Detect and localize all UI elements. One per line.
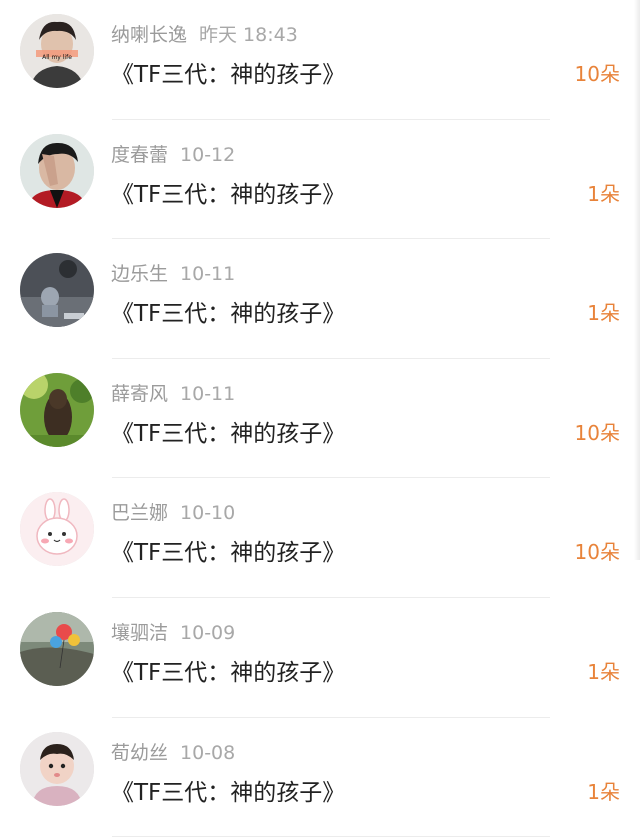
- book-title[interactable]: 《TF三代：神的孩子》: [111, 533, 345, 567]
- user-avatar[interactable]: All my life: [20, 14, 94, 88]
- flower-count: 1朵: [587, 181, 620, 206]
- list-item[interactable]: 荀幼丝 10-08 《TF三代：神的孩子》 1朵: [0, 718, 640, 837]
- sender-meta: 度春蕾 10-12: [111, 140, 235, 167]
- sender-name[interactable]: 度春蕾: [111, 144, 168, 166]
- sender-meta: 荀幼丝 10-08: [111, 738, 235, 765]
- flower-count: 1朵: [587, 659, 620, 684]
- book-title[interactable]: 《TF三代：神的孩子》: [111, 653, 345, 687]
- sender-name[interactable]: 巴兰娜: [111, 502, 168, 524]
- sender-name[interactable]: 薛寄风: [111, 383, 168, 405]
- timestamp: 昨天 18:43: [199, 24, 298, 46]
- gift-list: All my life 纳喇长逸 昨天 18:43 《TF三代：神的孩子》 10朵…: [0, 0, 640, 837]
- list-item[interactable]: 边乐生 10-11 《TF三代：神的孩子》 1朵: [0, 239, 640, 359]
- user-avatar[interactable]: [20, 133, 94, 208]
- flower-count: 10朵: [574, 540, 620, 565]
- flower-count: 1朵: [587, 301, 620, 326]
- sender-name[interactable]: 边乐生: [111, 263, 168, 285]
- sender-name[interactable]: 壤驷洁: [111, 622, 168, 644]
- sender-name[interactable]: 纳喇长逸: [111, 24, 187, 46]
- scroll-indicator[interactable]: [634, 0, 640, 560]
- user-avatar[interactable]: [20, 253, 94, 328]
- sender-meta: 纳喇长逸 昨天 18:43: [111, 20, 298, 47]
- book-title[interactable]: 《TF三代：神的孩子》: [111, 414, 345, 448]
- book-title[interactable]: 《TF三代：神的孩子》: [111, 294, 345, 328]
- list-item[interactable]: 度春蕾 10-12 《TF三代：神的孩子》 1朵: [0, 120, 640, 240]
- book-title[interactable]: 《TF三代：神的孩子》: [111, 773, 345, 807]
- sender-meta: 壤驷洁 10-09: [111, 618, 235, 645]
- book-title[interactable]: 《TF三代：神的孩子》: [111, 55, 345, 89]
- user-avatar[interactable]: [20, 611, 94, 686]
- timestamp: 10-08: [180, 741, 236, 764]
- flower-count: 10朵: [574, 420, 620, 445]
- timestamp: 10-11: [180, 263, 236, 286]
- flower-count: 1朵: [587, 779, 620, 804]
- timestamp: 10-09: [180, 621, 236, 644]
- user-avatar[interactable]: [20, 492, 94, 567]
- list-item[interactable]: All my life 纳喇长逸 昨天 18:43 《TF三代：神的孩子》 10朵: [0, 0, 640, 120]
- timestamp: 10-10: [180, 502, 236, 525]
- book-title[interactable]: 《TF三代：神的孩子》: [111, 175, 345, 209]
- svg-text:All my life: All my life: [42, 54, 72, 61]
- user-avatar[interactable]: [20, 372, 94, 447]
- user-avatar[interactable]: [20, 731, 94, 806]
- sender-meta: 薛寄风 10-11: [111, 379, 235, 406]
- timestamp: 10-11: [180, 382, 236, 405]
- sender-meta: 边乐生 10-11: [111, 259, 235, 286]
- flower-count: 10朵: [574, 62, 620, 86]
- sender-name[interactable]: 荀幼丝: [111, 742, 168, 764]
- list-item[interactable]: 壤驷洁 10-09 《TF三代：神的孩子》 1朵: [0, 598, 640, 718]
- list-item[interactable]: 巴兰娜 10-10 《TF三代：神的孩子》 10朵: [0, 478, 640, 598]
- list-item[interactable]: 薛寄风 10-11 《TF三代：神的孩子》 10朵: [0, 359, 640, 479]
- sender-meta: 巴兰娜 10-10: [111, 498, 235, 525]
- timestamp: 10-12: [180, 143, 236, 166]
